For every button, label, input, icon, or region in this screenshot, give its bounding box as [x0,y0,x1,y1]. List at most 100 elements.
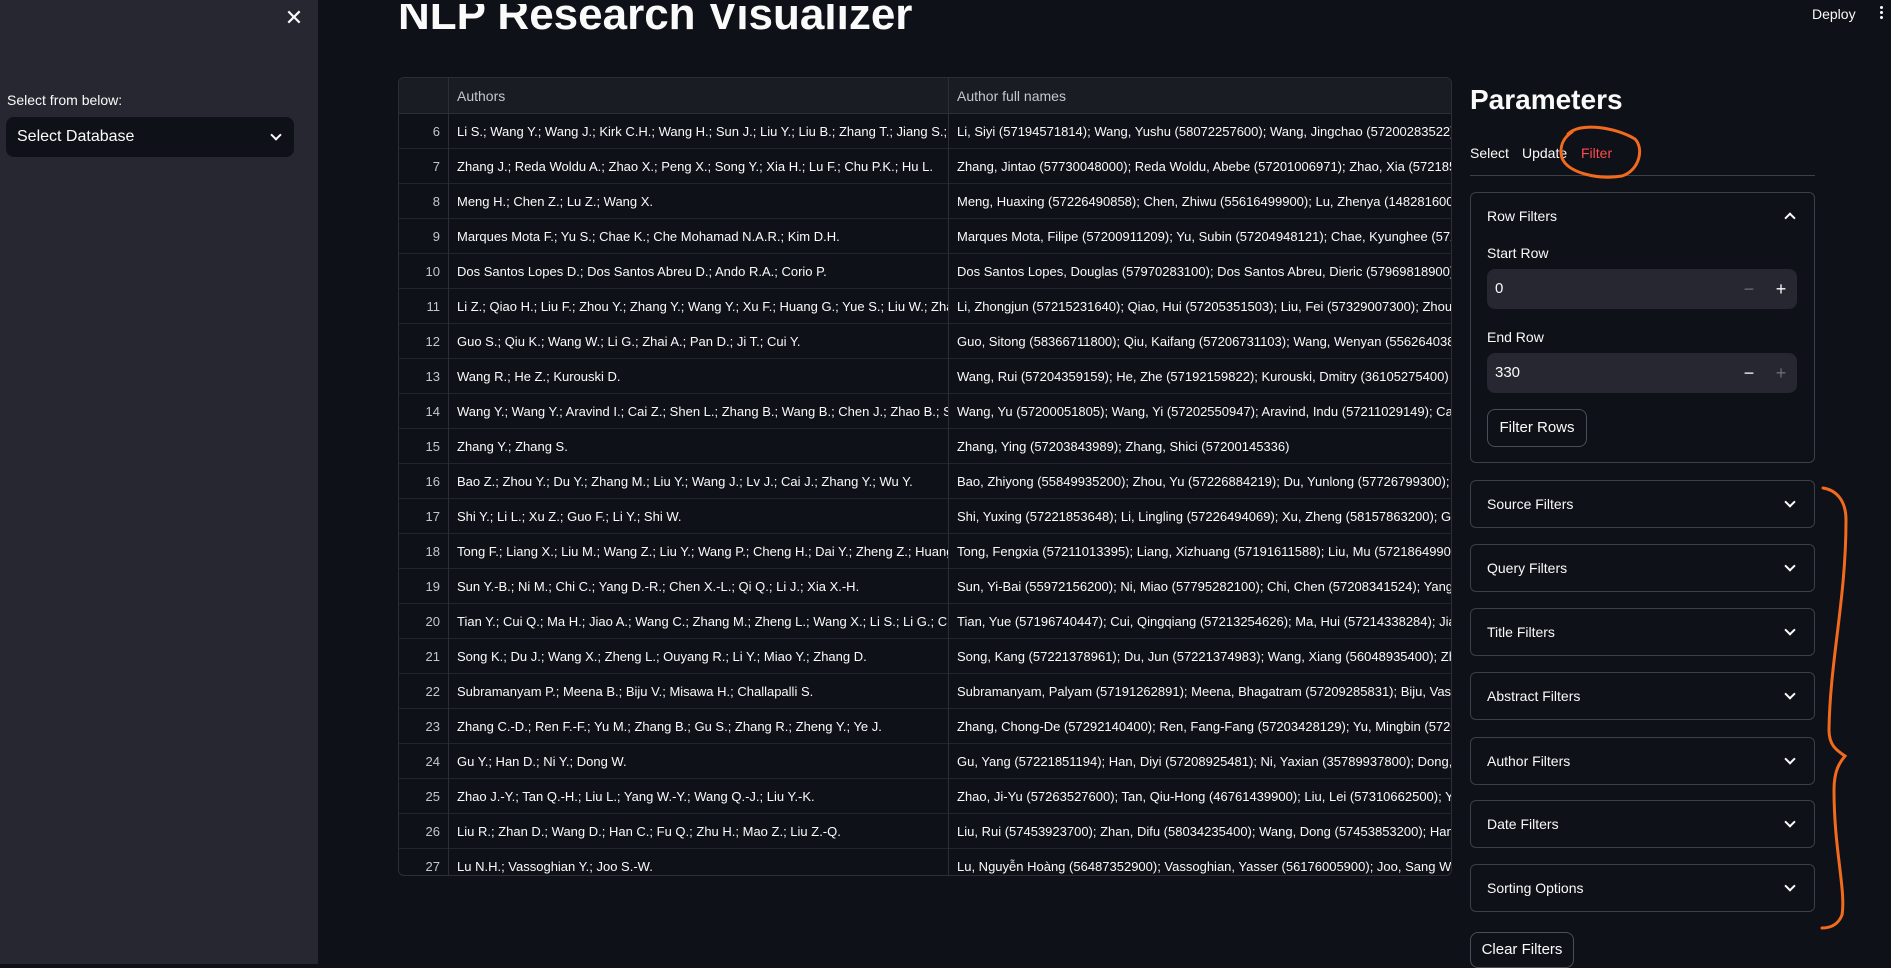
cell-author-full-names[interactable]: Wang, Rui (57204359159); He, Zhe (571921… [949,359,1451,394]
table-row[interactable]: 7 Zhang J.; Reda Woldu A.; Zhao X.; Peng … [399,149,1451,184]
table-row[interactable]: 24 Gu Y.; Han D.; Ni Y.; Dong W. Gu, Yang … [399,744,1451,779]
column-header-index[interactable] [399,78,449,114]
cell-authors[interactable]: Shi Y.; Li L.; Xu Z.; Guo F.; Li Y.; Shi… [449,499,949,534]
row-filters-header[interactable]: Row Filters [1471,193,1814,239]
cell-authors[interactable]: Zhao J.-Y.; Tan Q.-H.; Liu L.; Yang W.-Y… [449,779,949,814]
cell-authors[interactable]: Sun Y.-B.; Ni M.; Chi C.; Yang D.-R.; Ch… [449,569,949,604]
start-row-input[interactable]: 0 − + [1487,269,1797,309]
table-row[interactable]: 12 Guo S.; Qiu K.; Wang W.; Li G.; Zhai A… [399,324,1451,359]
row-index[interactable]: 21 [399,639,449,674]
row-index[interactable]: 14 [399,394,449,429]
row-index[interactable]: 13 [399,359,449,394]
cell-author-full-names[interactable]: Liu, Rui (57453923700); Zhan, Difu (5803… [949,814,1451,849]
filter-section-header[interactable]: Title Filters [1471,609,1814,655]
cell-author-full-names[interactable]: Gu, Yang (57221851194); Han, Diyi (57208… [949,744,1451,779]
cell-author-full-names[interactable]: Dos Santos Lopes, Douglas (57970283100);… [949,254,1451,289]
row-index[interactable]: 10 [399,254,449,289]
cell-authors[interactable]: Li Z.; Qiao H.; Liu F.; Zhou Y.; Zhang Y… [449,289,949,324]
row-index[interactable]: 19 [399,569,449,604]
table-row[interactable]: 18 Tong F.; Liang X.; Liu M.; Wang Z.; Li… [399,534,1451,569]
table-row[interactable]: 23 Zhang C.-D.; Ren F.-F.; Yu M.; Zhang B… [399,709,1451,744]
tab-filter[interactable]: Filter [1581,145,1612,161]
table-row[interactable]: 25 Zhao J.-Y.; Tan Q.-H.; Liu L.; Yang W.… [399,779,1451,814]
cell-author-full-names[interactable]: Zhang, Ying (57203843989); Zhang, Shici … [949,429,1451,464]
filter-section-header[interactable]: Author Filters [1471,738,1814,784]
cell-authors[interactable]: Li S.; Wang Y.; Wang J.; Kirk C.H.; Wang… [449,114,949,149]
cell-authors[interactable]: Guo S.; Qiu K.; Wang W.; Li G.; Zhai A.;… [449,324,949,359]
cell-authors[interactable]: Lu N.H.; Vassoghian Y.; Joo S.-W. [449,849,949,875]
data-table[interactable]: Authors Author full names 6 Li S.; Wang Y… [398,77,1452,876]
row-index[interactable]: 12 [399,324,449,359]
table-row[interactable]: 9 Marques Mota F.; Yu S.; Chae K.; Che Mo… [399,219,1451,254]
end-row-input[interactable]: 330 − + [1487,353,1797,393]
table-row[interactable]: 15 Zhang Y.; Zhang S. Zhang, Ying (5720384… [399,429,1451,464]
cell-authors[interactable]: Dos Santos Lopes D.; Dos Santos Abreu D.… [449,254,949,289]
cell-authors[interactable]: Wang R.; He Z.; Kurouski D. [449,359,949,394]
close-icon[interactable]: ✕ [282,6,306,30]
row-index[interactable]: 7 [399,149,449,184]
cell-author-full-names[interactable]: Meng, Huaxing (57226490858); Chen, Zhiwu… [949,184,1451,219]
row-index[interactable]: 26 [399,814,449,849]
cell-author-full-names[interactable]: Li, Zhongjun (57215231640); Qiao, Hui (5… [949,289,1451,324]
cell-author-full-names[interactable]: Subramanyam, Palyam (57191262891); Meena… [949,674,1451,709]
cell-author-full-names[interactable]: Song, Kang (57221378961); Du, Jun (57221… [949,639,1451,674]
database-select[interactable]: Select Database [6,117,294,157]
table-row[interactable]: 8 Meng H.; Chen Z.; Lu Z.; Wang X. Meng, H… [399,184,1451,219]
row-index[interactable]: 22 [399,674,449,709]
cell-authors[interactable]: Zhang C.-D.; Ren F.-F.; Yu M.; Zhang B.;… [449,709,949,744]
cell-authors[interactable]: Bao Z.; Zhou Y.; Du Y.; Zhang M.; Liu Y.… [449,464,949,499]
table-row[interactable]: 11 Li Z.; Qiao H.; Liu F.; Zhou Y.; Zhang… [399,289,1451,324]
cell-authors[interactable]: Liu R.; Zhan D.; Wang D.; Han C.; Fu Q.;… [449,814,949,849]
row-index[interactable]: 6 [399,114,449,149]
cell-authors[interactable]: Tong F.; Liang X.; Liu M.; Wang Z.; Liu … [449,534,949,569]
row-index[interactable]: 23 [399,709,449,744]
row-index[interactable]: 16 [399,464,449,499]
row-index[interactable]: 18 [399,534,449,569]
start-row-value[interactable]: 0 [1495,269,1503,309]
filter-section-header[interactable]: Sorting Options [1471,865,1814,911]
row-index[interactable]: 17 [399,499,449,534]
filter-rows-button[interactable]: Filter Rows [1487,409,1587,447]
cell-author-full-names[interactable]: Zhao, Ji-Yu (57263527600); Tan, Qiu-Hong… [949,779,1451,814]
cell-authors[interactable]: Meng H.; Chen Z.; Lu Z.; Wang X. [449,184,949,219]
cell-author-full-names[interactable]: Bao, Zhiyong (55849935200); Zhou, Yu (57… [949,464,1451,499]
clear-filters-button[interactable]: Clear Filters [1470,932,1574,968]
cell-authors[interactable]: Marques Mota F.; Yu S.; Chae K.; Che Moh… [449,219,949,254]
cell-author-full-names[interactable]: Shi, Yuxing (57221853648); Li, Lingling … [949,499,1451,534]
filter-section-header[interactable]: Source Filters [1471,481,1814,527]
column-header-authors[interactable]: Authors [449,78,949,114]
cell-authors[interactable]: Subramanyam P.; Meena B.; Biju V.; Misaw… [449,674,949,709]
cell-authors[interactable]: Tian Y.; Cui Q.; Ma H.; Jiao A.; Wang C.… [449,604,949,639]
table-row[interactable]: 20 Tian Y.; Cui Q.; Ma H.; Jiao A.; Wang … [399,604,1451,639]
minus-icon[interactable]: − [1733,269,1765,309]
cell-author-full-names[interactable]: Guo, Sitong (58366711800); Qiu, Kaifang … [949,324,1451,359]
cell-authors[interactable]: Zhang Y.; Zhang S. [449,429,949,464]
row-index[interactable]: 11 [399,289,449,324]
end-row-value[interactable]: 330 [1495,353,1520,393]
cell-author-full-names[interactable]: Lu, Nguyễn Hoàng (56487352900); Vassoghi… [949,849,1451,875]
table-row[interactable]: 19 Sun Y.-B.; Ni M.; Chi C.; Yang D.-R.; … [399,569,1451,604]
row-index[interactable]: 8 [399,184,449,219]
cell-author-full-names[interactable]: Zhang, Chong-De (57292140400); Ren, Fang… [949,709,1451,744]
row-index[interactable]: 15 [399,429,449,464]
row-index[interactable]: 24 [399,744,449,779]
filter-section-header[interactable]: Date Filters [1471,801,1814,847]
table-row[interactable]: 6 Li S.; Wang Y.; Wang J.; Kirk C.H.; Wan… [399,114,1451,149]
column-header-author-full-names[interactable]: Author full names [949,78,1451,114]
cell-author-full-names[interactable]: Li, Siyi (57194571814); Wang, Yushu (580… [949,114,1451,149]
cell-author-full-names[interactable]: Sun, Yi-Bai (55972156200); Ni, Miao (577… [949,569,1451,604]
row-index[interactable]: 9 [399,219,449,254]
cell-author-full-names[interactable]: Tian, Yue (57196740447); Cui, Qingqiang … [949,604,1451,639]
table-row[interactable]: 21 Song K.; Du J.; Wang X.; Zheng L.; Ouy… [399,639,1451,674]
cell-authors[interactable]: Wang Y.; Wang Y.; Aravind I.; Cai Z.; Sh… [449,394,949,429]
filter-section-header[interactable]: Query Filters [1471,545,1814,591]
table-row[interactable]: 27 Lu N.H.; Vassoghian Y.; Joo S.-W. Lu, N… [399,849,1451,875]
table-row[interactable]: 16 Bao Z.; Zhou Y.; Du Y.; Zhang M.; Liu … [399,464,1451,499]
cell-authors[interactable]: Zhang J.; Reda Woldu A.; Zhao X.; Peng X… [449,149,949,184]
table-row[interactable]: 14 Wang Y.; Wang Y.; Aravind I.; Cai Z.; … [399,394,1451,429]
cell-authors[interactable]: Song K.; Du J.; Wang X.; Zheng L.; Ouyan… [449,639,949,674]
cell-author-full-names[interactable]: Tong, Fengxia (57211013395); Liang, Xizh… [949,534,1451,569]
row-index[interactable]: 25 [399,779,449,814]
cell-author-full-names[interactable]: Zhang, Jintao (57730048000); Reda Woldu,… [949,149,1451,184]
cell-author-full-names[interactable]: Wang, Yu (57200051805); Wang, Yi (572025… [949,394,1451,429]
